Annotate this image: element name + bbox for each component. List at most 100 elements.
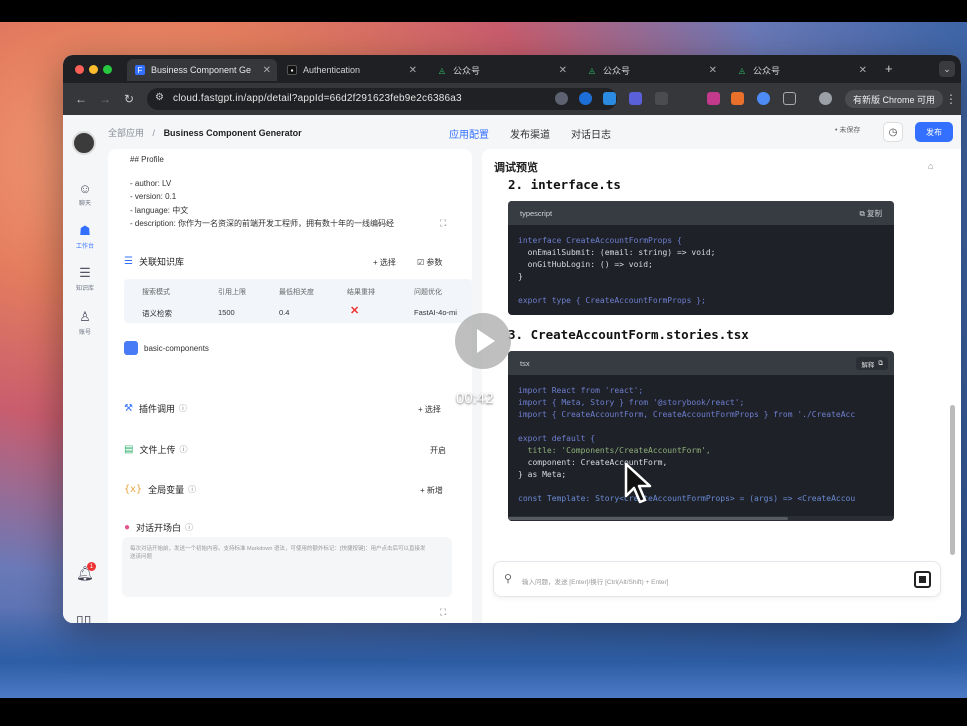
extension-icon[interactable]	[731, 92, 744, 105]
code-horizontal-scrollbar[interactable]	[508, 516, 894, 521]
table-header: 最低相关度	[279, 289, 314, 296]
prompt-line: ## Profile	[130, 155, 164, 164]
help-icon[interactable]: ⓘ	[188, 484, 196, 495]
close-tab-icon[interactable]: ✕	[559, 65, 567, 76]
browser-menu-icon[interactable]: ⋮	[945, 92, 957, 106]
tab-wechat-2[interactable]: ◬ 公众号 ✕	[579, 59, 723, 81]
table-cell: 语义检索	[142, 309, 172, 318]
section-label: 文件上传	[139, 445, 176, 455]
fastgpt-icon: F	[135, 65, 145, 75]
help-icon[interactable]: ⓘ	[179, 403, 187, 414]
publish-button[interactable]: 发布	[915, 122, 953, 142]
copy-label: 复制	[867, 209, 882, 218]
left-rail: ☺ 聊天 ☗ 工作台 ☰ 知识库 ♙ 账号 🔔︎ 1 ▯▯	[63, 115, 106, 623]
copy-code-button[interactable]: ⧉ 复制	[860, 208, 882, 219]
tab-publish-channel[interactable]: 发布渠道	[510, 126, 550, 141]
plugin-select-button[interactable]: + 选择	[418, 404, 441, 415]
clear-chat-icon[interactable]: ⌂	[928, 161, 933, 171]
close-tab-icon[interactable]: ✕	[263, 65, 271, 76]
table-header: 引用上限	[218, 289, 246, 296]
rail-item-chat[interactable]: ☺ 聊天	[69, 181, 101, 207]
rail-item-database[interactable]: ☰ 知识库	[69, 265, 101, 292]
history-clock-icon[interactable]: ◷	[883, 122, 903, 142]
section-label: 插件调用	[138, 404, 175, 414]
code-line: import { Meta, Story } from '@storybook/…	[518, 398, 745, 407]
tab-wechat-3[interactable]: ◬ 公众号 ✕	[729, 59, 873, 81]
chat-input[interactable]: ⚲ 输入问题，发送 [Enter]/换行 [Ctrl(Alt/Shift) + …	[493, 561, 941, 597]
knowledge-params-button[interactable]: ☑ 参数	[417, 257, 442, 268]
expand-editor-icon[interactable]: ⛶	[440, 218, 446, 229]
minimize-window-button[interactable]	[89, 65, 98, 74]
docs-book-icon[interactable]: ▯▯	[76, 612, 91, 623]
tab-search-icon[interactable]: ⌄	[939, 61, 955, 77]
extension-icon[interactable]	[555, 92, 568, 105]
tab-title: Business Component Ge	[151, 65, 252, 75]
maximize-window-button[interactable]	[103, 65, 112, 74]
chat-input-placeholder: 输入问题，发送 [Enter]/换行 [Ctrl(Alt/Shift) + En…	[522, 579, 669, 586]
table-header: 问题优化	[414, 289, 442, 296]
tab-authentication[interactable]: ▪ Authentication ✕	[279, 59, 423, 81]
help-icon[interactable]: ⓘ	[185, 522, 193, 533]
code-line: onGitHubLogin: () => void;	[518, 260, 653, 269]
explain-code-button[interactable]: 解释 ⧉	[856, 357, 888, 370]
code-block-stories: tsx 解释 ⧉ import React from 'react'; impo…	[508, 351, 894, 521]
code-header: tsx 解释 ⧉	[508, 351, 894, 375]
url-text: cloud.fastgpt.in/app/detail?appId=66d2f2…	[173, 93, 462, 104]
section-label: 对话开场白	[136, 523, 182, 533]
forward-icon[interactable]: →	[99, 92, 111, 106]
close-window-button[interactable]	[75, 65, 84, 74]
close-tab-icon[interactable]: ✕	[859, 65, 867, 76]
rail-item-label: 聊天	[78, 201, 91, 207]
extensions-puzzle-icon[interactable]	[783, 92, 796, 105]
close-tab-icon[interactable]: ✕	[709, 65, 717, 76]
extension-icon[interactable]	[579, 92, 592, 105]
code-line: title: 'Components/CreateAccountForm',	[518, 446, 711, 455]
tab-business-component[interactable]: F Business Component Ge ✕	[127, 59, 277, 81]
code-line: import React from 'react';	[518, 386, 644, 395]
app-icon: ▪	[287, 65, 297, 75]
new-tab-icon[interactable]: +	[885, 61, 893, 76]
expand-editor-icon[interactable]: ⛶	[440, 607, 446, 618]
tab-title: Authentication	[303, 65, 361, 75]
code-line: } as Meta;	[518, 470, 567, 479]
copy-icon[interactable]: ⧉	[878, 360, 883, 368]
tab-chat-logs[interactable]: 对话日志	[571, 126, 611, 141]
site-settings-icon[interactable]: ⚙	[155, 92, 164, 103]
prompt-line: - version: 0.1	[130, 192, 177, 201]
breadcrumb-separator: /	[152, 128, 156, 138]
table-cell: 0.4	[279, 308, 290, 317]
account-icon: ♙	[79, 309, 91, 324]
url-bar[interactable]: ⚙ cloud.fastgpt.in/app/detail?appId=66d2…	[147, 88, 617, 110]
avatar[interactable]	[72, 131, 96, 155]
help-icon[interactable]: ⓘ	[179, 444, 187, 455]
extension-icon[interactable]	[707, 92, 720, 105]
add-variable-button[interactable]: + 新增	[420, 485, 443, 496]
stop-generating-button[interactable]	[914, 571, 931, 588]
rail-item-workbench[interactable]: ☗ 工作台	[69, 223, 101, 250]
database-icon: ☰	[79, 265, 91, 280]
chrome-update-button[interactable]: 有新版 Chrome 可用	[845, 90, 944, 108]
dataset-item[interactable]: basic-components	[124, 338, 209, 358]
profile-avatar[interactable]	[819, 92, 832, 105]
knowledge-select-button[interactable]: + 选择	[373, 257, 396, 268]
reload-icon[interactable]: ↻	[124, 92, 134, 106]
tab-wechat-1[interactable]: ◬ 公众号 ✕	[429, 59, 573, 81]
breadcrumb-parent-link[interactable]: 全部应用	[108, 128, 144, 138]
extension-icon[interactable]	[603, 92, 616, 105]
extension-icon[interactable]	[757, 92, 770, 105]
play-button-icon[interactable]	[455, 313, 511, 369]
explain-label: 解释	[861, 361, 875, 369]
rail-item-account[interactable]: ♙ 账号	[69, 309, 101, 336]
chat-scrollbar[interactable]	[950, 405, 955, 555]
back-icon[interactable]: ←	[75, 92, 87, 106]
opening-textarea[interactable]: 每次对话开始前，发送一个初始内容。支持标准 Markdown 语法，可使用的额外…	[122, 537, 452, 597]
extension-icon[interactable]	[629, 92, 642, 105]
extension-icon[interactable]	[655, 92, 668, 105]
file-upload-toggle[interactable]: 开启	[430, 445, 446, 456]
file-icon: ▤	[124, 444, 134, 455]
close-tab-icon[interactable]: ✕	[409, 65, 417, 76]
chat-messages: 2. interface.ts typescript ⧉ 复制 interfac…	[496, 167, 906, 539]
tab-app-config[interactable]: 应用配置	[449, 126, 489, 141]
table-cell: FastAI-4o-mi	[414, 308, 457, 317]
attachment-icon[interactable]: ⚲	[504, 572, 512, 585]
